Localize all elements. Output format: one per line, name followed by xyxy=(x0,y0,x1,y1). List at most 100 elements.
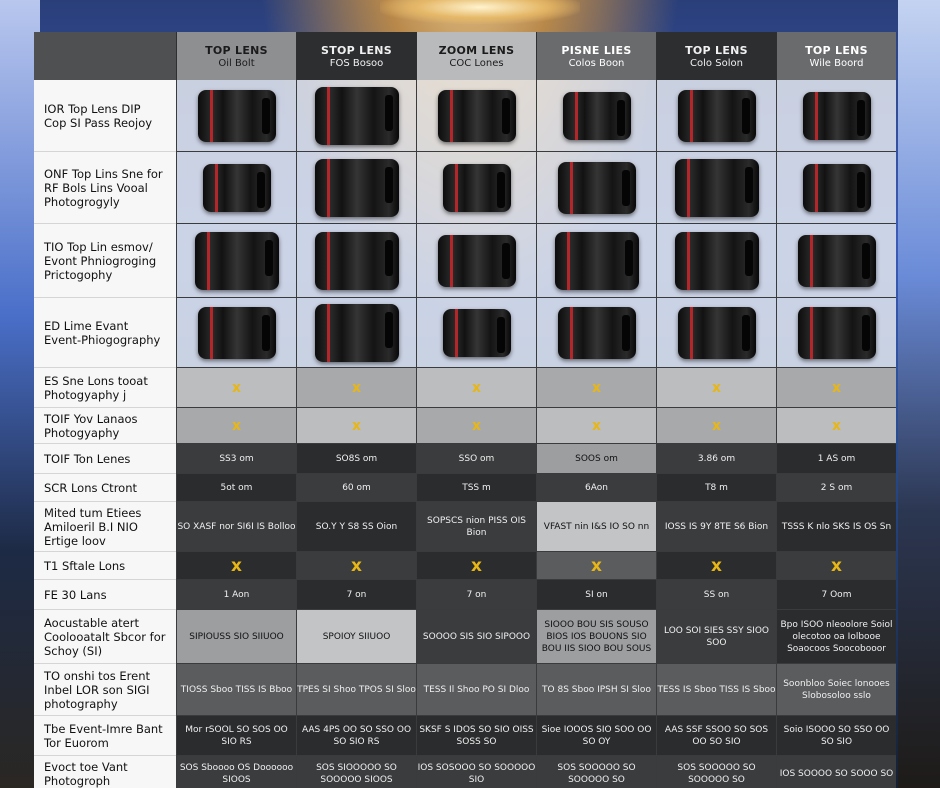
lens-image xyxy=(797,234,876,287)
x-mark-icon: x xyxy=(471,555,482,576)
lens-image-cell xyxy=(416,298,536,368)
column-header: TOP LENS Wile Boord xyxy=(776,32,896,80)
column-subtitle: Colos Boon xyxy=(568,57,625,69)
mark-cell: x xyxy=(656,408,776,444)
table-row: ONF Top Lins Sne for RF Bols Lins Vooal … xyxy=(34,152,898,224)
lens-image-cell xyxy=(776,224,896,298)
table-row: TIO Top Lin esmov/ Evont Phniogroging Pr… xyxy=(34,224,898,298)
table-row: TO onshi tos Erent Inbel LOR son SIGI ph… xyxy=(34,664,898,716)
lens-image-cell xyxy=(176,298,296,368)
column-subtitle: COC Lones xyxy=(449,57,504,69)
lens-image xyxy=(442,163,511,212)
table-cell: SIPIOUSS SIO SIIUOO xyxy=(176,610,296,664)
column-header: TOP LENS Oil Bolt xyxy=(176,32,296,80)
column-title: TOP LENS xyxy=(685,43,748,57)
lens-image-cell xyxy=(536,152,656,224)
row-label: TOIF Ton Lenes xyxy=(34,444,176,474)
row-label: TOIF Yov Lanaos Photogyaphy xyxy=(34,408,176,444)
lens-image xyxy=(797,306,876,359)
lens-image-cell xyxy=(536,298,656,368)
table-cell: IOSS IS 9Y 8TE S6 Bion xyxy=(656,502,776,552)
lens-image xyxy=(314,86,399,145)
table-row: SCR Lons Ctront 5ot om 60 om TSS m 6Aon … xyxy=(34,474,898,502)
x-mark-icon: x xyxy=(591,417,602,434)
lens-image xyxy=(202,163,271,212)
column-header: STOP LENS FOS Bosoo xyxy=(296,32,416,80)
x-mark-icon: x xyxy=(351,555,362,576)
table-cell: TSSS K nlo SKS IS OS Sn xyxy=(776,502,896,552)
column-title: TOP LENS xyxy=(205,43,268,57)
lens-image xyxy=(314,303,399,362)
lens-image-cell xyxy=(776,152,896,224)
column-header: PISNE LIES Colos Boon xyxy=(536,32,656,80)
table-row: Mited tum Etiees Amiloeril B.I NIO Ertig… xyxy=(34,502,898,552)
table-cell: T8 m xyxy=(656,474,776,502)
lens-image-cell xyxy=(656,224,776,298)
lens-image-cell xyxy=(176,224,296,298)
table-cell: SOPSCS nion PISS OIS Bion xyxy=(416,502,536,552)
table-cell: LOO SOI SIES SSY SIOO SOO xyxy=(656,610,776,664)
mark-cell: x xyxy=(176,368,296,408)
lens-image xyxy=(197,89,276,142)
table-cell: 1 Aon xyxy=(176,580,296,610)
lens-image-cell xyxy=(656,298,776,368)
table-cell: SOS SIOOOOO SO SOOOOO SIOOS xyxy=(296,756,416,788)
mark-cell: x xyxy=(296,408,416,444)
column-subtitle: Colo Solon xyxy=(690,57,743,69)
mark-cell: x xyxy=(776,408,896,444)
lens-image-cell xyxy=(296,80,416,152)
lens-image-cell xyxy=(176,80,296,152)
table-cell: SO8S om xyxy=(296,444,416,474)
lens-image-cell xyxy=(656,152,776,224)
table-cell: TPES SI Shoo TPOS SI Sloo xyxy=(296,664,416,716)
table-row: ED Lime Evant Event-Phiogography xyxy=(34,298,898,368)
table-cell: SO XASF nor SI6I IS Bolloo xyxy=(176,502,296,552)
row-label: T1 Sftale Lons xyxy=(34,552,176,580)
column-title: STOP LENS xyxy=(320,43,393,57)
lens-image-cell xyxy=(416,80,536,152)
background-right-window xyxy=(898,0,940,788)
column-title: TOP LENS xyxy=(805,43,868,57)
mark-cell: x xyxy=(176,552,296,580)
table-cell: Bpo ISOO nleoolore Soiol olecotoo oa Iol… xyxy=(776,610,896,664)
table-cell: 5ot om xyxy=(176,474,296,502)
table-row: Tbe Event-Imre Bant Tor Euorom Mor rSOOL… xyxy=(34,716,898,756)
column-title: ZOOM LENS xyxy=(438,43,515,57)
x-mark-icon: x xyxy=(711,555,722,576)
lens-image xyxy=(557,161,636,214)
table-cell: SOOS om xyxy=(536,444,656,474)
table-row: IOR Top Lens DIP Cop SI Pass Reojoy xyxy=(34,80,898,152)
x-mark-icon: x xyxy=(351,417,362,434)
lens-image xyxy=(557,306,636,359)
table-cell: SOS SOOOOO SO SOOOOO SO xyxy=(536,756,656,788)
table-cell: 2 S om xyxy=(776,474,896,502)
table-cell: SIOOO BOU SIS SOUSO BIOS IOS BOUONS SIO … xyxy=(536,610,656,664)
table-cell: IOS SOOOO SO SOOO SO xyxy=(776,756,896,788)
x-mark-icon: x xyxy=(231,417,242,434)
mark-cell: x xyxy=(296,552,416,580)
table-row: Aocustable atert Coolooatalt Sbcor for S… xyxy=(34,610,898,664)
comparison-table: TOP LENS Oil Bolt STOP LENS FOS Bosoo ZO… xyxy=(34,32,898,788)
table-cell: Soonbloo Soiec lonooes Slobosoloo sslo xyxy=(776,664,896,716)
lens-image xyxy=(194,231,279,290)
table-cell: Soio ISOOO SO SSO OO SO SIO xyxy=(776,716,896,756)
table-cell: Sioe IOOOS SIO SOO OO SO OY xyxy=(536,716,656,756)
table-cell: 6Aon xyxy=(536,474,656,502)
table-cell: 3.86 om xyxy=(656,444,776,474)
lens-image xyxy=(802,163,871,212)
x-mark-icon: x xyxy=(831,379,842,396)
mark-cell: x xyxy=(536,368,656,408)
lens-image-cell xyxy=(776,80,896,152)
table-cell: SOS Sboooo OS Doooooo SIOOS xyxy=(176,756,296,788)
table-row: TOIF Ton Lenes SS3 om SO8S om SSO om SOO… xyxy=(34,444,898,474)
x-mark-icon: x xyxy=(231,379,242,396)
row-label: Evoct toe Vant Photogroph xyxy=(34,756,176,788)
table-cell: SS on xyxy=(656,580,776,610)
column-subtitle: Wile Boord xyxy=(809,57,864,69)
table-cell: SPOIOY SIIUOO xyxy=(296,610,416,664)
row-label: Aocustable atert Coolooatalt Sbcor for S… xyxy=(34,610,176,664)
row-label: Tbe Event-Imre Bant Tor Euorom xyxy=(34,716,176,756)
lens-image xyxy=(677,89,756,142)
table-cell: SI on xyxy=(536,580,656,610)
mark-cell: x xyxy=(776,368,896,408)
